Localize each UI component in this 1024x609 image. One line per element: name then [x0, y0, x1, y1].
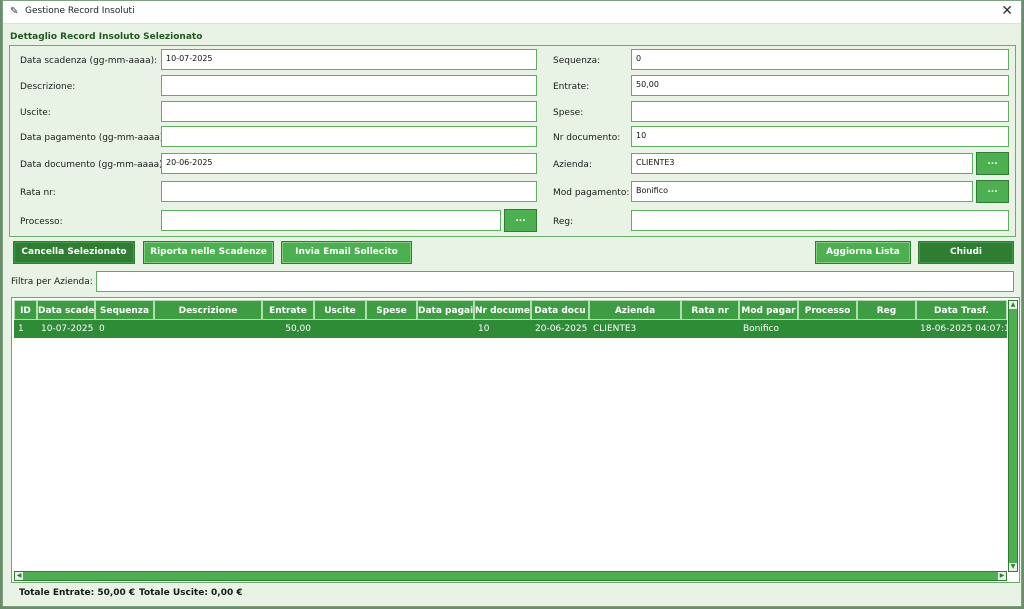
totale-entrate: Totale Entrate: 50,00 €	[19, 588, 136, 598]
entrate-label: Entrate:	[553, 82, 590, 92]
data-scadenza-label: Data scadenza (gg-mm-aaaa):	[20, 56, 158, 66]
horizontal-scrollbar[interactable]: ◀ ▶	[14, 571, 1007, 581]
cell-nr-documento: 10	[478, 324, 490, 334]
sequenza-input[interactable]: 0	[631, 49, 1009, 70]
reg-label: Reg:	[553, 217, 574, 227]
nr-documento-input[interactable]: 10	[631, 126, 1009, 147]
nr-documento-label: Nr documento:	[553, 133, 621, 143]
mod-pagamento-input[interactable]: Bonifico	[631, 181, 973, 202]
feather-icon: ✎	[10, 6, 19, 17]
column-header-data-scadenza[interactable]: Data scade	[37, 300, 95, 320]
column-header-mod-pagamento[interactable]: Mod pagar	[739, 300, 798, 320]
cell-rata-nr	[681, 320, 739, 338]
cell-id: 1	[18, 324, 24, 334]
filter-label: Filtra per Azienda:	[11, 277, 93, 287]
cell-reg	[857, 320, 916, 338]
records-table: ID Data scade Sequenza Descrizione Entra…	[11, 297, 1020, 583]
processo-browse-button[interactable]: ...	[504, 209, 537, 232]
close-icon[interactable]: ✕	[1001, 3, 1013, 19]
uscite-input[interactable]	[161, 101, 537, 122]
scroll-right-icon[interactable]: ▶	[998, 572, 1006, 580]
riporta-nelle-scadenze-button[interactable]: Riporta nelle Scadenze	[143, 241, 274, 264]
column-header-reg[interactable]: Reg	[857, 300, 916, 320]
column-header-data-pagamento[interactable]: Data pagai	[417, 300, 474, 320]
window-title: Gestione Record Insoluti	[25, 6, 135, 16]
column-header-uscite[interactable]: Uscite	[314, 300, 366, 320]
descrizione-label: Descrizione:	[20, 82, 76, 92]
cell-uscite	[314, 320, 366, 338]
azienda-browse-button[interactable]: ...	[976, 152, 1009, 175]
data-documento-label: Data documento (gg-mm-aaaa):	[20, 160, 166, 170]
cell-processo	[798, 320, 857, 338]
cell-azienda: CLIENTE3	[593, 324, 637, 334]
data-pagamento-input[interactable]	[161, 126, 537, 147]
column-header-sequenza[interactable]: Sequenza	[95, 300, 154, 320]
scroll-up-icon[interactable]: ▲	[1009, 301, 1017, 309]
azienda-label: Azienda:	[553, 160, 592, 170]
mod-pagamento-label: Mod pagamento:	[553, 188, 630, 198]
title-bar: ✎ Gestione Record Insoluti ✕	[3, 1, 1021, 24]
rata-nr-input[interactable]	[161, 181, 537, 202]
cell-spese	[366, 320, 417, 338]
spese-input[interactable]	[631, 101, 1009, 122]
column-header-azienda[interactable]: Azienda	[589, 300, 681, 320]
column-header-data-documento[interactable]: Data docu	[531, 300, 589, 320]
entrate-input[interactable]: 50,00	[631, 75, 1009, 96]
sequenza-label: Sequenza:	[553, 56, 601, 66]
cancella-selezionato-button[interactable]: Cancella Selezionato	[13, 241, 135, 264]
vertical-scrollbar[interactable]: ▲ ▼	[1008, 300, 1018, 572]
mod-pagamento-browse-button[interactable]: ...	[976, 180, 1009, 203]
azienda-input[interactable]: CLIENTE3	[631, 153, 973, 174]
scroll-down-icon[interactable]: ▼	[1009, 563, 1017, 571]
table-row[interactable]: 1 10-07-2025 0 50,00 10 20-06-2025 CLIEN…	[14, 320, 1007, 338]
invia-email-sollecito-button[interactable]: Invia Email Sollecito	[281, 241, 412, 264]
cell-data-trasf: 18-06-2025 04:07:1	[920, 324, 1007, 334]
column-header-spese[interactable]: Spese	[366, 300, 417, 320]
scroll-left-icon[interactable]: ◀	[15, 572, 23, 580]
column-header-entrate[interactable]: Entrate	[262, 300, 314, 320]
column-header-processo[interactable]: Processo	[798, 300, 857, 320]
data-pagamento-label: Data pagamento (gg-mm-aaaa):	[20, 133, 167, 143]
uscite-label: Uscite:	[20, 108, 51, 118]
cell-data-documento: 20-06-2025	[535, 324, 588, 334]
spese-label: Spese:	[553, 108, 584, 118]
aggiorna-lista-button[interactable]: Aggiorna Lista	[815, 241, 911, 264]
cell-entrate: 50,00	[285, 324, 311, 334]
column-header-id[interactable]: ID	[14, 300, 37, 320]
data-scadenza-input[interactable]: 10-07-2025	[161, 49, 537, 70]
rata-nr-label: Rata nr:	[20, 188, 56, 198]
column-header-rata-nr[interactable]: Rata nr	[681, 300, 739, 320]
descrizione-input[interactable]	[161, 75, 537, 96]
filter-azienda-input[interactable]	[96, 271, 1014, 292]
processo-input[interactable]	[161, 210, 501, 231]
chiudi-button[interactable]: Chiudi	[918, 241, 1014, 264]
processo-label: Processo:	[20, 217, 63, 227]
cell-data-scadenza: 10-07-2025	[41, 324, 94, 334]
cell-mod-pagamento: Bonifico	[743, 324, 780, 334]
cell-data-pagamento	[417, 320, 474, 338]
window: ✎ Gestione Record Insoluti ✕ Dettaglio R…	[2, 0, 1022, 607]
cell-descrizione	[154, 320, 262, 338]
column-header-nr-documento[interactable]: Nr docume	[474, 300, 531, 320]
cell-sequenza: 0	[99, 324, 105, 334]
reg-input[interactable]	[631, 210, 1009, 231]
section-title: Dettaglio Record Insoluto Selezionato	[10, 32, 203, 42]
column-header-data-trasf[interactable]: Data Trasf.	[916, 300, 1007, 320]
data-documento-input[interactable]: 20-06-2025	[161, 153, 537, 174]
totale-uscite: Totale Uscite: 0,00 €	[139, 588, 243, 598]
column-header-descrizione[interactable]: Descrizione	[154, 300, 262, 320]
